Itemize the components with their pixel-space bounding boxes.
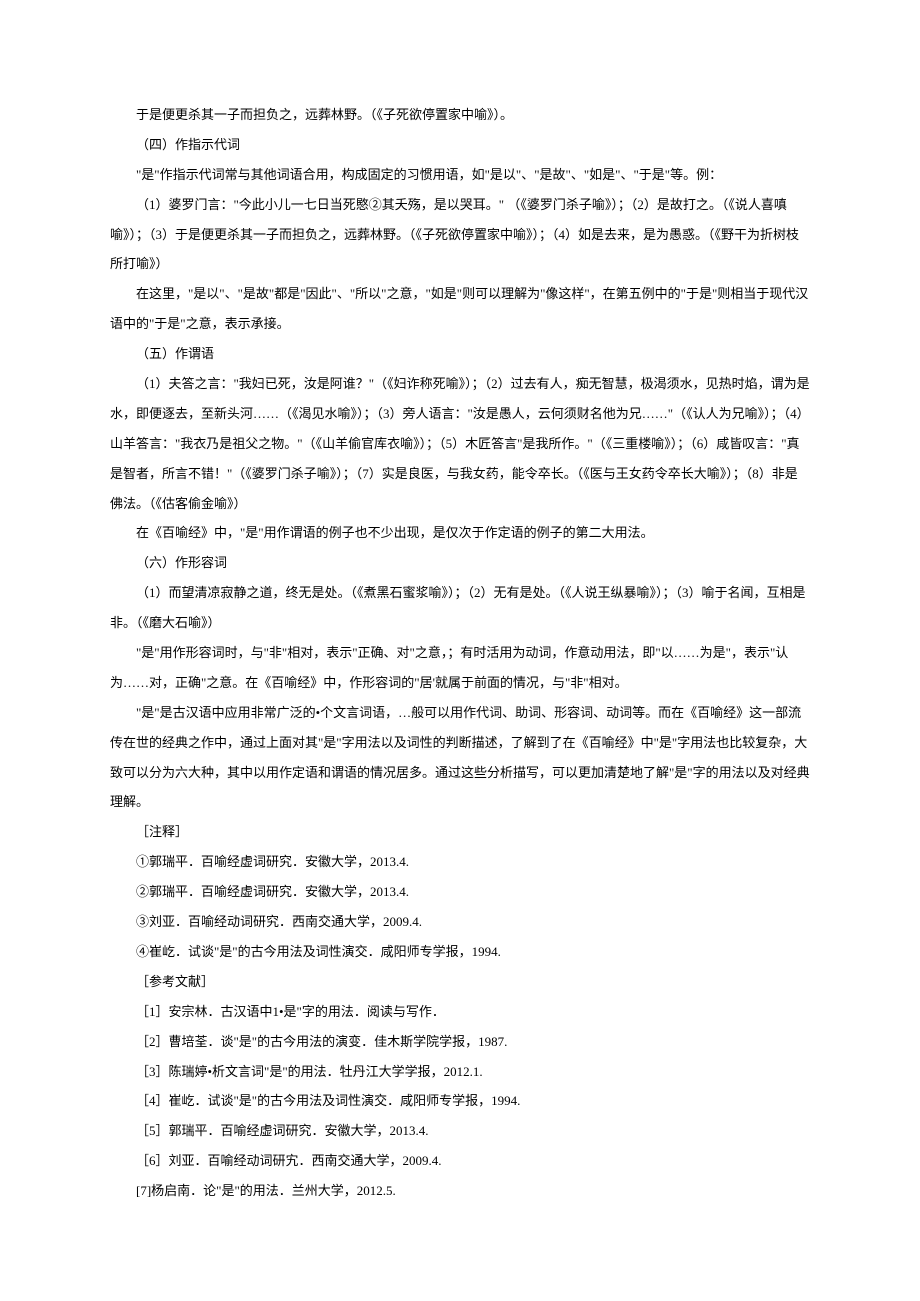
note-item: ②郭瑞平．百喻经虚词研究．安徽大学，2013.4. [110, 877, 810, 907]
section-heading: （四）作指示代词 [110, 130, 810, 160]
paragraph: （1）夫答之言："我妇已死，汝是阿谁？"（《妇诈称死喻》）；（2）过去有人，痴无… [110, 369, 810, 518]
references-heading: ［参考文献］ [110, 967, 810, 997]
reference-item: ［6］刘亚．百喻经动词研宄．西南交通大学，2009.4. [110, 1146, 810, 1176]
reference-item: ［2］曹培荃．谈"是"的古今用法的演变．佳木斯学院学报，1987. [110, 1027, 810, 1057]
paragraph: "是"是古汉语中应用非常广泛的•个文言词语，…般可以用作代词、助词、形容词、动词… [110, 698, 810, 818]
paragraph: 于是便更杀其一子而担负之，远葬林野。（《子死欲停置家中喻》）。 [110, 100, 810, 130]
paragraph: （1）婆罗门言："今此小儿一七日当死愍②其夭殇，是以哭耳。" （《婆罗门杀子喻》… [110, 190, 810, 280]
paragraph: 在这里，"是以"、"是故"都是"因此"、"所以"之意，"如是"则可以理解为"像这… [110, 279, 810, 339]
reference-item: ［3］陈瑞婷•析文言词"是"的用法．牡丹江大学学报，2012.1. [110, 1057, 810, 1087]
document-page: 于是便更杀其一子而担负之，远葬林野。（《子死欲停置家中喻》）。 （四）作指示代词… [0, 0, 920, 1286]
paragraph: （1）而望清凉寂静之道，终无是处。（《煮黑石蜜浆喻》）；（2）无有是处。（《人说… [110, 578, 810, 638]
paragraph: 在《百喻经》中，"是"用作谓语的例子也不少出现，是仅次于作定语的例子的第二大用法… [110, 518, 810, 548]
note-item: ①郭瑞平．百喻经虚词研究．安徽大学，2013.4. [110, 847, 810, 877]
reference-item: ［5］郭瑞平．百喻经虚词研究．安徽大学，2013.4. [110, 1116, 810, 1146]
section-heading: （五）作谓语 [110, 339, 810, 369]
reference-item: ［1］安宗林．古汉语中1•是"字的用法．阅读与写作． [110, 997, 810, 1027]
notes-heading: ［注释］ [110, 817, 810, 847]
paragraph: "是"作指示代词常与其他词语合用，构成固定的习惯用语，如"是以"、"是故"、"如… [110, 160, 810, 190]
reference-item: [7]杨启南．论"是"的用法．兰州大学，2012.5. [110, 1176, 810, 1206]
note-item: ③刘亚．百喻经动词研究．西南交通大学，2009.4. [110, 907, 810, 937]
paragraph: "是"用作形容词时，与"非"相对，表示"正确、对"之意，；有时活用为动词，作意动… [110, 638, 810, 698]
reference-item: ［4］崔屹．试谈"是"的古今用法及词性演交．咸阳师专学报，1994. [110, 1086, 810, 1116]
note-item: ④崔屹．试谈"是"的古今用法及词性演交．咸阳师专学报，1994. [110, 937, 810, 967]
section-heading: （六）作形容词 [110, 548, 810, 578]
